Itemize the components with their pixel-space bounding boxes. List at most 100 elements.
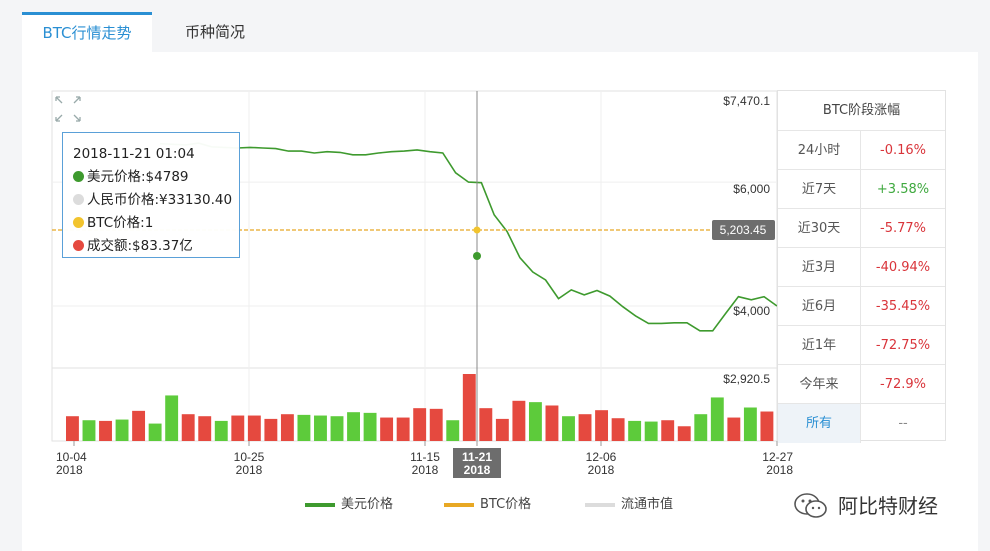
stats-row-label: 近30天 [778,209,862,247]
volume-bar [165,395,179,441]
x-tick-date: 11-21 [462,450,492,464]
x-tick-date: 10-04 [56,450,87,464]
volume-bar [231,415,245,441]
legend-usd-swatch [305,502,335,507]
x-tick-year: 2018 [766,463,793,477]
volume-bar [512,400,526,441]
x-tick-year: 2018 [236,463,263,477]
stats-row[interactable]: 近1年 -72.75% [778,326,945,365]
volume-bar [214,420,228,441]
price-axis-label: $6,000 [733,182,770,196]
legend-usd[interactable]: 美元价格 [305,493,393,512]
stats-row-value: -5.77% [880,221,926,236]
stats-row[interactable]: 近3月 -40.94% [778,248,945,287]
stats-row-label: 24小时 [778,131,862,169]
x-tick-year: 2018 [56,463,83,477]
volume-bar [661,420,675,441]
volume-dot-icon [73,240,84,251]
tooltip-cny-row: 人民币价格:¥33130.40 [73,189,233,212]
stats-row[interactable]: 近7天 +3.58% [778,170,945,209]
watermark-text: 阿比特财经 [838,494,938,518]
x-tick-date: 11-15 [410,450,440,464]
volume-bar [363,412,377,441]
volume-bar [99,420,112,441]
expand-icon[interactable] [55,96,81,122]
stats-row-label: 今年来 [778,365,862,403]
legend-usd-label: 美元价格 [341,497,394,512]
stats-row-label: 近7天 [778,170,862,208]
legend-mcap[interactable]: 流通市值 [585,493,673,512]
tooltip-btc-row: BTC价格:1 [73,212,229,235]
stats-row-value: -72.75% [875,338,931,353]
stats-title: BTC阶段涨幅 [778,91,945,131]
volume-bar [495,418,509,441]
legend-mcap-swatch [585,502,615,507]
x-tick-year: 2018 [412,463,439,477]
volume-bar [82,420,96,441]
stats-row-value: -35.45% [875,299,931,314]
price-axis-label: $7,470.1 [723,94,770,108]
volume-bar [710,397,724,441]
volume-bar [148,423,162,441]
volume-bar [347,412,360,441]
volume-bar [115,419,129,441]
volume-bar [644,421,658,441]
legend-btc-swatch [444,502,474,507]
x-tick-date: 12-06 [586,450,617,464]
tooltip-cny: 人民币价格:¥33130.40 [87,192,233,208]
volume-bar [380,417,394,441]
stats-row-all[interactable]: 所有 -- [778,404,945,443]
volume-bar [694,414,708,441]
volume-bar [727,417,741,441]
wechat-icon [794,493,827,518]
usd-price-line [159,142,778,332]
tooltip-time: 2018-11-21 01:04 [73,146,195,162]
chart-tooltip: 2018-11-21 01:04 美元价格:$4789 人民币价格:¥33130… [62,132,240,258]
current-price-text: 5,203.45 [720,223,767,237]
tooltip-btc: BTC价格:1 [87,215,154,231]
stats-row[interactable]: 今年来 -72.9% [778,365,945,404]
x-tick-date: 10-25 [234,450,265,464]
volume-bar [677,426,691,441]
btc-hover-dot [473,226,481,234]
stats-row-value: -40.94% [875,260,931,275]
stats-row-value: -0.16% [880,143,926,158]
volume-bar [628,420,642,441]
stats-table: BTC阶段涨幅 24小时 -0.16% 近7天 +3.58% 近30天 -5.77% 近3月… [777,90,946,443]
stats-all-value: -- [898,416,908,431]
volume-bar [462,374,476,441]
tooltip-usd: 美元价格:$4789 [87,169,189,185]
btc-dot-icon [73,217,84,228]
stats-row-label: 近3月 [778,248,862,286]
volume-bar [413,408,427,441]
volume-bar [247,415,261,441]
stats-row-label: 近6月 [778,287,862,325]
volume-bar [611,418,625,441]
volume-bar [297,414,311,441]
volume-bar [562,416,575,441]
price-axis-label: $4,000 [733,304,770,318]
volume-bar [479,408,493,441]
volume-bar [314,415,327,441]
usd-hover-dot [473,252,481,260]
tooltip-volume: 成交额:$83.37亿 [87,238,193,254]
stats-all-label[interactable]: 所有 [778,404,862,443]
stats-row[interactable]: 近6月 -35.45% [778,287,945,326]
legend-btc[interactable]: BTC价格 [444,493,531,512]
volume-bar [545,405,559,441]
volume-bar [264,418,278,441]
volume-bar [198,416,212,441]
stats-row[interactable]: 24小时 -0.16% [778,131,945,170]
volume-bar [66,416,79,441]
cny-dot-icon [73,194,84,205]
volume-bar [132,410,146,441]
volume-bar [743,407,757,441]
volume-bar [181,414,195,441]
usd-dot-icon [73,171,84,182]
volume-bar [429,408,443,441]
volume-bar [330,416,344,441]
stats-row[interactable]: 近30天 -5.77% [778,209,945,248]
stats-row-label: 近1年 [778,326,862,364]
tooltip-usd-row: 美元价格:$4789 [73,166,229,189]
tooltip-volume-row: 成交额:$83.37亿 [73,235,229,258]
